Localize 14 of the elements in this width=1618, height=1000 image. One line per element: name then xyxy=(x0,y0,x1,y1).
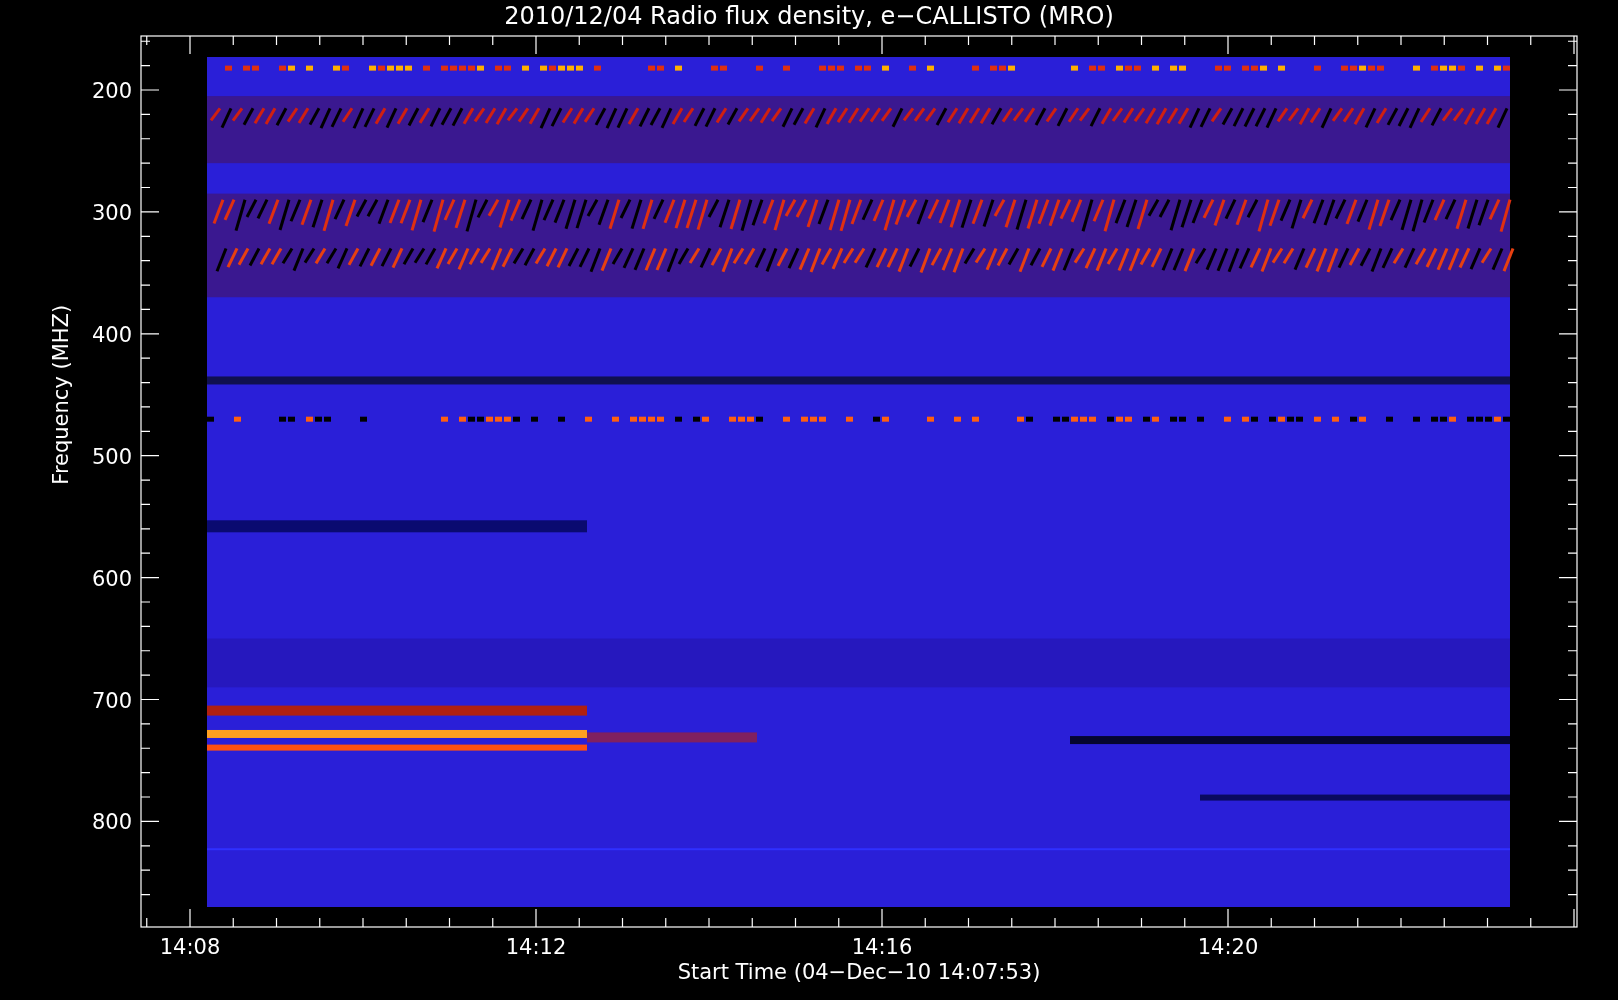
chart-title: 2010/12/04 Radio flux density, e−CALLISTO (MRO) xyxy=(504,2,1114,30)
y-tick-label: 600 xyxy=(91,566,132,591)
y-tick-label: 200 xyxy=(91,79,132,103)
y-tick-label: 300 xyxy=(91,200,132,225)
x-tick-label: 14:12 xyxy=(505,935,567,959)
y-tick-label: 800 xyxy=(91,810,132,835)
y-tick-label: 400 xyxy=(91,322,132,347)
y-tick-label: 700 xyxy=(91,688,132,713)
x-tick-label: 14:16 xyxy=(851,935,913,959)
x-tick-label: 14:20 xyxy=(1197,935,1259,959)
x-axis-label: Start Time (04−Dec−10 14:07:53) xyxy=(677,960,1041,984)
y-tick-label: 500 xyxy=(91,444,132,469)
y-axis-label: Frequency (MHZ) xyxy=(49,304,73,485)
x-tick-label: 14:08 xyxy=(159,935,221,959)
